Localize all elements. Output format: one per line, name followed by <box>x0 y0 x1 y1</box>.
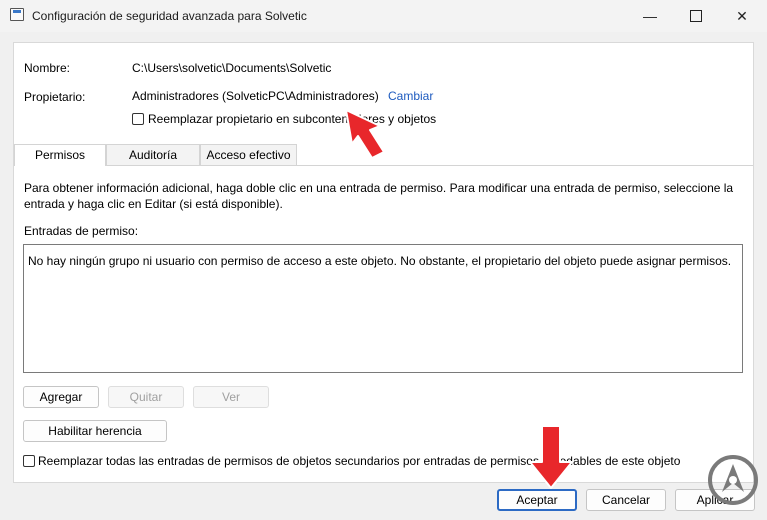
name-value[interactable]: C:\Users\solvetic\Documents\Solvetic <box>132 61 331 75</box>
permission-entries-list[interactable]: No hay ningún grupo ni usuario con permi… <box>23 244 743 373</box>
close-icon: ✕ <box>736 8 748 24</box>
info-text-line1: Para obtener información adicional, haga… <box>24 181 734 195</box>
empty-list-message: No hay ningún grupo ni usuario con permi… <box>28 254 732 268</box>
cancel-button[interactable]: Cancelar <box>586 489 666 511</box>
view-button[interactable]: Ver <box>193 386 269 408</box>
add-button[interactable]: Agregar <box>23 386 99 408</box>
entries-label: Entradas de permiso: <box>24 224 139 238</box>
window-title: Configuración de seguridad avanzada para… <box>32 9 307 23</box>
info-text-line2: entrada y haga clic en Editar (si está d… <box>24 197 283 211</box>
replace-owner-checkbox[interactable] <box>132 113 144 125</box>
close-button[interactable]: ✕ <box>719 0 765 32</box>
owner-label: Propietario: <box>24 90 86 104</box>
tab-acceso-efectivo[interactable]: Acceso efectivo <box>200 144 297 165</box>
minimize-button[interactable]: — <box>627 0 673 32</box>
replace-child-permissions-checkbox[interactable] <box>23 455 35 467</box>
maximize-icon <box>690 10 702 23</box>
change-owner-link[interactable]: Cambiar <box>388 89 433 103</box>
maximize-button[interactable] <box>673 0 719 32</box>
title-bar: Configuración de seguridad avanzada para… <box>0 0 767 32</box>
replace-owner-label[interactable]: Reemplazar propietario en subcontenedore… <box>148 112 436 126</box>
remove-button[interactable]: Quitar <box>108 386 184 408</box>
owner-value: Administradores (SolveticPC\Administrado… <box>132 89 379 103</box>
enable-inheritance-button[interactable]: Habilitar herencia <box>23 420 167 442</box>
tab-permisos[interactable]: Permisos <box>14 144 106 166</box>
ok-button[interactable]: Aceptar <box>497 489 577 511</box>
annotation-arrow-down-icon <box>529 425 573 489</box>
annotation-arrow-up-icon <box>345 109 385 159</box>
window-icon <box>10 8 24 21</box>
minimize-icon: — <box>643 8 657 24</box>
name-label: Nombre: <box>24 61 71 75</box>
watermark-logo-icon <box>708 455 758 505</box>
tab-auditoria[interactable]: Auditoría <box>106 144 200 165</box>
replace-child-permissions-label[interactable]: Reemplazar todas las entradas de permiso… <box>38 454 680 468</box>
